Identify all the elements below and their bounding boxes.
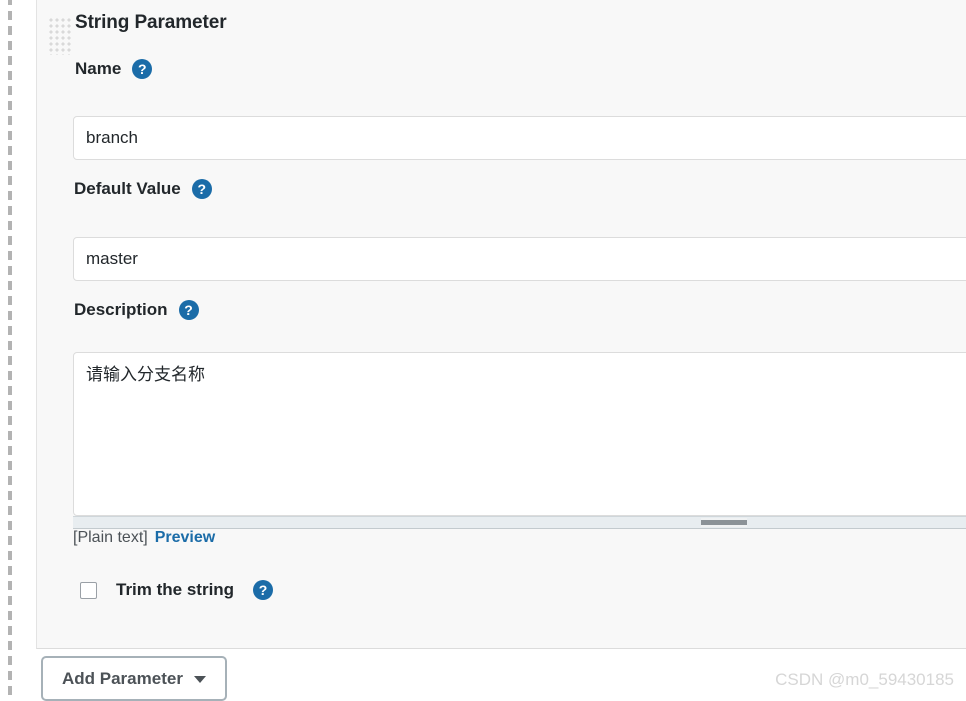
default-value-help-icon[interactable]: ? <box>191 179 212 199</box>
name-help-icon[interactable]: ? <box>132 59 153 79</box>
string-parameter-panel: String Parameter Name ? <box>36 0 966 649</box>
trim-the-string-row: Trim the string ? <box>80 580 274 600</box>
description-textarea[interactable] <box>73 352 966 516</box>
description-textarea-wrap <box>73 352 966 516</box>
help-glyph: ? <box>184 301 193 318</box>
drag-handle-dots-icon[interactable] <box>48 17 72 55</box>
add-parameter-label: Add Parameter <box>62 668 183 688</box>
default-value-label-row: Default Value ? <box>74 179 212 199</box>
description-label: Description <box>74 300 168 319</box>
trim-string-label: Trim the string <box>116 580 235 599</box>
description-horizontal-scrollbar[interactable] <box>73 516 966 529</box>
trim-string-help-icon[interactable]: ? <box>253 580 274 600</box>
drag-drop-guide-rail <box>8 0 12 701</box>
help-glyph: ? <box>138 60 147 77</box>
preview-link[interactable]: Preview <box>155 529 215 547</box>
description-label-row: Description ? <box>74 300 199 320</box>
name-label: Name <box>75 59 122 78</box>
add-parameter-button[interactable]: Add Parameter <box>41 656 227 701</box>
parameter-config-screen: String Parameter Name ? Default Value ? … <box>0 0 966 701</box>
default-value-input[interactable] <box>73 237 966 281</box>
name-label-row: Name ? <box>75 59 153 79</box>
description-help-icon[interactable]: ? <box>178 300 199 320</box>
page-title: String Parameter <box>75 12 227 33</box>
default-value-label: Default Value <box>74 179 181 198</box>
help-glyph: ? <box>197 180 207 197</box>
help-glyph: ? <box>258 581 268 598</box>
markup-formatter-row: [Plain text] Preview <box>73 529 215 547</box>
chevron-down-icon <box>193 676 206 683</box>
markup-format-label: [Plain text] <box>73 529 148 546</box>
trim-string-checkbox[interactable] <box>80 581 97 599</box>
scrollbar-thumb[interactable] <box>701 518 747 527</box>
name-input[interactable] <box>73 116 966 160</box>
watermark-text: CSDN @m0_59430185 <box>775 670 954 689</box>
